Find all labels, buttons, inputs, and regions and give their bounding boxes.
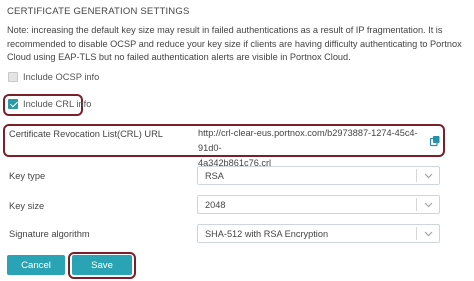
include-ocsp-checkbox[interactable]: Include OCSP info [8, 72, 99, 82]
crl-url-value: http://crl-clear-eus.portnox.com/b297388… [198, 126, 433, 171]
signature-algorithm-value: SHA-512 with RSA Encryption [205, 228, 329, 239]
crl-url-line-1: http://crl-clear-eus.portnox.com/b297388… [198, 128, 418, 153]
chevron-down-icon[interactable] [417, 231, 439, 237]
key-size-note: Note: increasing the default key size ma… [7, 25, 462, 62]
cancel-button[interactable]: Cancel [7, 255, 65, 275]
crl-url-label: Certificate Revocation List(CRL) URL [9, 129, 163, 139]
key-size-label: Key size [9, 201, 45, 211]
copy-icon[interactable] [429, 134, 441, 147]
key-type-select[interactable]: RSA [197, 166, 440, 185]
crl-checkbox-label: Include CRL info [23, 99, 92, 109]
section-title: CERTIFICATE GENERATION SETTINGS [7, 6, 190, 17]
crl-checkbox-box[interactable] [8, 99, 18, 109]
signature-algorithm-select[interactable]: SHA-512 with RSA Encryption [197, 224, 440, 243]
save-button[interactable]: Save [72, 255, 132, 275]
ocsp-checkbox-box[interactable] [8, 72, 18, 82]
include-crl-checkbox[interactable]: Include CRL info [8, 99, 91, 109]
chevron-down-icon[interactable] [417, 173, 439, 179]
key-size-value: 2048 [205, 199, 226, 210]
ocsp-checkbox-label: Include OCSP info [23, 72, 100, 82]
chevron-down-icon[interactable] [417, 202, 439, 208]
key-size-select[interactable]: 2048 [197, 195, 440, 214]
signature-algorithm-label: Signature algorithm [9, 229, 90, 239]
key-type-value: RSA [205, 170, 224, 181]
key-type-label: Key type [9, 171, 46, 181]
